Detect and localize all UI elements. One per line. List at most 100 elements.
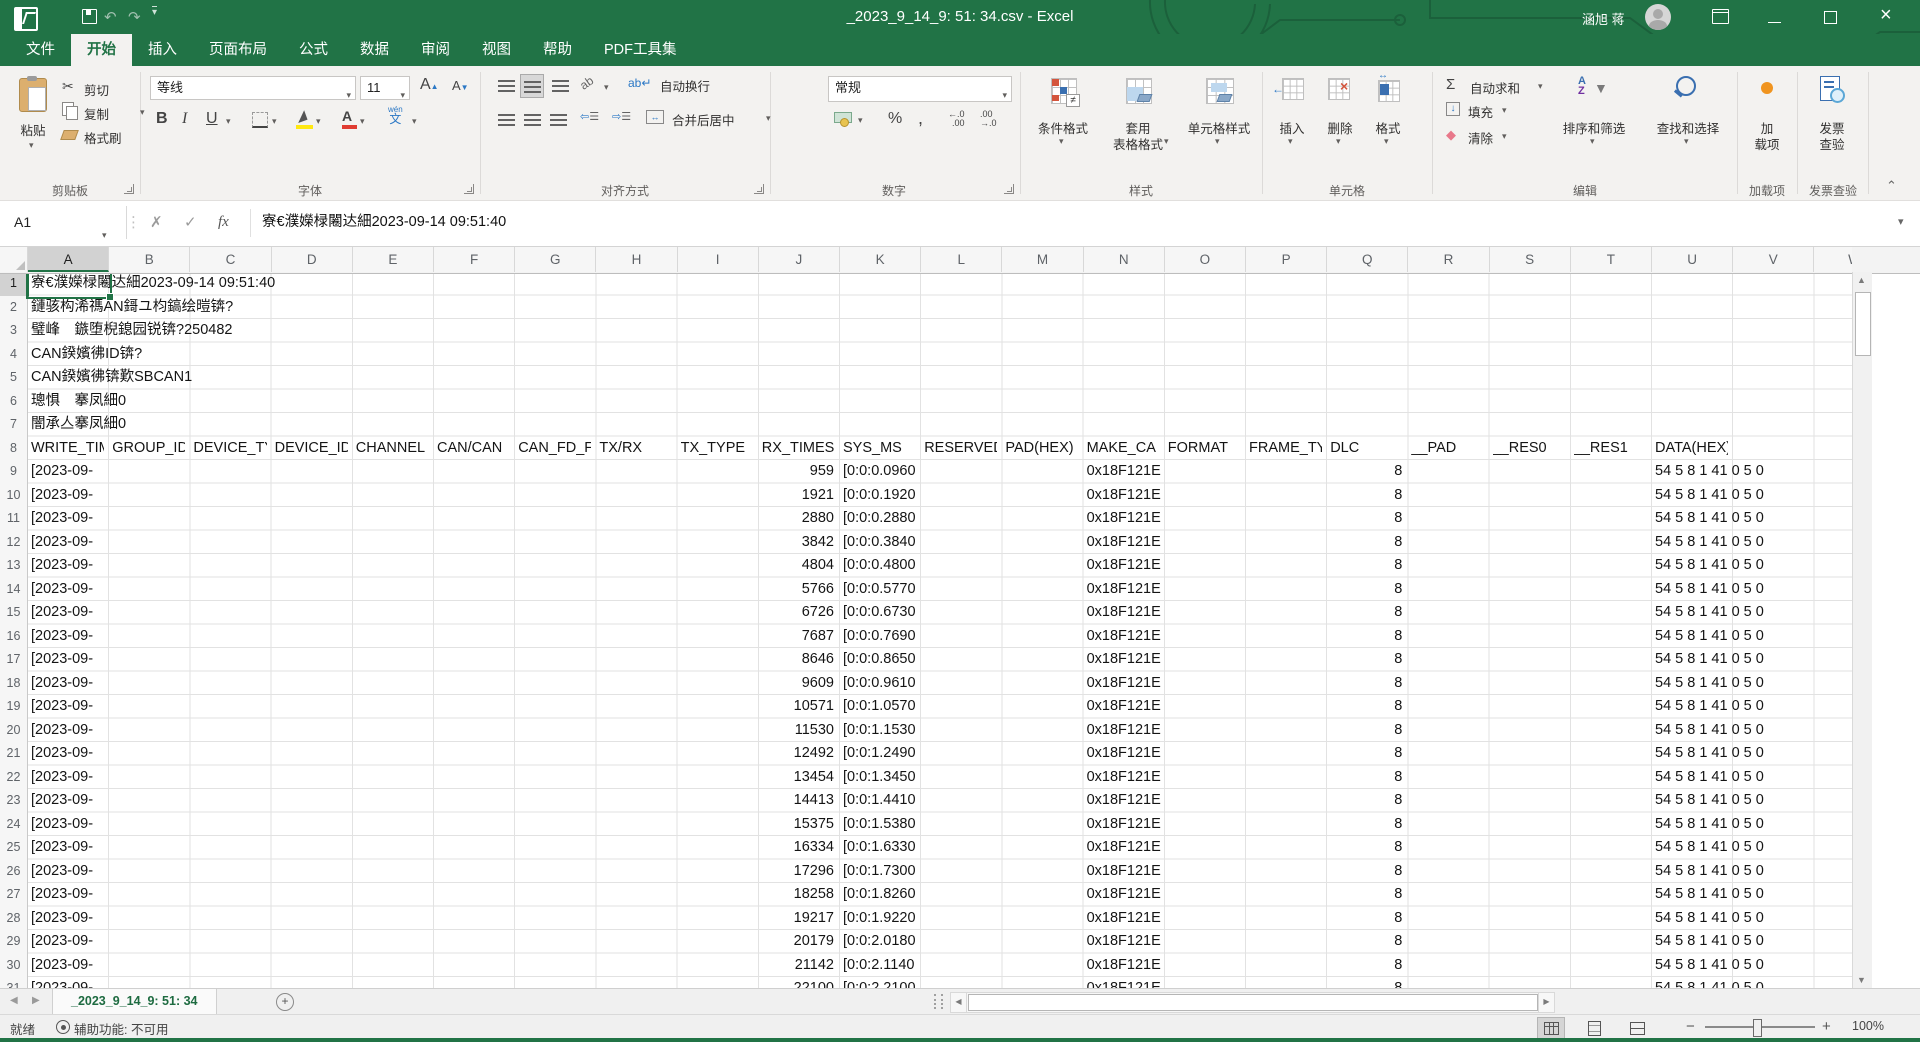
- row-header-7[interactable]: 7: [0, 413, 28, 438]
- row-header-6[interactable]: 6: [0, 390, 28, 415]
- bold-button[interactable]: B: [156, 110, 168, 128]
- paste-button[interactable]: 粘贴 ▾: [8, 74, 56, 174]
- account-name[interactable]: 涵旭 蒋: [1582, 9, 1625, 28]
- fill-handle[interactable]: [106, 293, 114, 301]
- ribbon-tab-0[interactable]: 文件: [10, 34, 71, 66]
- ribbon-tab-3[interactable]: 页面布局: [193, 34, 283, 66]
- clipboard-dialog-launcher-icon[interactable]: [124, 184, 134, 194]
- insert-cells-button[interactable]: ← 插入 ▾: [1270, 74, 1314, 174]
- align-bottom-icon[interactable]: [552, 80, 569, 92]
- align-center-icon[interactable]: [524, 114, 541, 126]
- sheet-prev-icon[interactable]: ◀: [10, 995, 18, 1006]
- shrink-font-button[interactable]: A▼: [452, 78, 469, 93]
- zoom-in-icon[interactable]: +: [1822, 1018, 1831, 1035]
- minimize-button[interactable]: [1768, 22, 1781, 23]
- tab-splitter-grip[interactable]: [934, 994, 943, 1009]
- zoom-out-icon[interactable]: −: [1686, 1018, 1695, 1035]
- row-header-5[interactable]: 5: [0, 366, 28, 391]
- column-header-J[interactable]: J: [759, 247, 840, 272]
- font-color-button[interactable]: A ▾: [342, 108, 352, 126]
- ribbon-tab-6[interactable]: 审阅: [405, 34, 466, 66]
- format-as-table-button[interactable]: 套用 表格格式 ▾: [1102, 74, 1174, 174]
- sheet-next-icon[interactable]: ▶: [32, 995, 40, 1006]
- format-cells-button[interactable]: ↔ 格式 ▾: [1366, 74, 1410, 174]
- collapse-ribbon-icon[interactable]: ⌃: [1886, 178, 1897, 194]
- ribbon-tab-9[interactable]: PDF工具集: [588, 34, 693, 66]
- row-header-17[interactable]: 17: [0, 648, 28, 673]
- row-header-22[interactable]: 22: [0, 766, 28, 791]
- hscroll-right-icon[interactable]: ▶: [1538, 992, 1555, 1013]
- delete-cells-button[interactable]: × 删除 ▾: [1318, 74, 1362, 174]
- invoice-check-button[interactable]: 发票 查验: [1800, 74, 1864, 174]
- sheet-tab[interactable]: _2023_9_14_9: 51: 34: [52, 989, 217, 1016]
- page-layout-view-button[interactable]: [1580, 1017, 1608, 1039]
- row-header-14[interactable]: 14: [0, 578, 28, 603]
- row-header-26[interactable]: 26: [0, 860, 28, 885]
- formula-input[interactable]: 寮€濮嬫椂闂达細2023-09-14 09:51:40: [262, 206, 1892, 239]
- ribbon-tab-5[interactable]: 数据: [344, 34, 405, 66]
- column-header-M[interactable]: M: [1002, 247, 1083, 272]
- ribbon-tab-1[interactable]: 开始: [71, 34, 132, 66]
- zoom-level[interactable]: 100%: [1852, 1019, 1884, 1033]
- column-header-C[interactable]: C: [190, 247, 271, 272]
- row-header-4[interactable]: 4: [0, 343, 28, 368]
- row-header-16[interactable]: 16: [0, 625, 28, 650]
- column-header-P[interactable]: P: [1246, 247, 1327, 272]
- grow-font-button[interactable]: A▲: [420, 76, 439, 94]
- row-header-13[interactable]: 13: [0, 554, 28, 579]
- row-header-20[interactable]: 20: [0, 719, 28, 744]
- align-top-icon[interactable]: [498, 80, 515, 92]
- column-header-O[interactable]: O: [1165, 247, 1246, 272]
- column-header-F[interactable]: F: [434, 247, 515, 272]
- column-header-I[interactable]: I: [678, 247, 759, 272]
- column-header-V[interactable]: V: [1733, 247, 1814, 272]
- align-middle-icon[interactable]: [520, 74, 544, 98]
- row-header-3[interactable]: 3: [0, 319, 28, 344]
- font-dialog-launcher-icon[interactable]: [464, 184, 474, 194]
- row-header-28[interactable]: 28: [0, 907, 28, 932]
- row-header-1[interactable]: 1: [0, 272, 29, 297]
- number-format-combo[interactable]: 常规▾: [828, 76, 1012, 102]
- maximize-button[interactable]: [1824, 11, 1837, 24]
- column-header-U[interactable]: U: [1652, 247, 1733, 272]
- clear-button[interactable]: ◆ 清除 ▾: [1446, 126, 1456, 144]
- row-header-19[interactable]: 19: [0, 695, 28, 720]
- avatar[interactable]: [1645, 4, 1671, 30]
- horizontal-scrollbar[interactable]: [966, 992, 1540, 1013]
- vertical-scrollbar[interactable]: ▲ ▼: [1852, 272, 1872, 988]
- row-header-9[interactable]: 9: [0, 460, 28, 485]
- row-header-10[interactable]: 10: [0, 484, 28, 509]
- row-header-2[interactable]: 2: [0, 296, 28, 321]
- new-sheet-button[interactable]: +: [276, 993, 294, 1011]
- horizontal-scroll-thumb[interactable]: [968, 994, 1538, 1011]
- decrease-indent-icon[interactable]: ⇦☰: [580, 110, 599, 123]
- vertical-scroll-thumb[interactable]: [1855, 292, 1871, 356]
- number-dialog-launcher-icon[interactable]: [1004, 184, 1014, 194]
- column-header-K[interactable]: K: [840, 247, 921, 272]
- close-button[interactable]: ×: [1880, 4, 1892, 27]
- insert-function-icon[interactable]: fx: [218, 206, 229, 239]
- conditional-formatting-button[interactable]: ≠ 条件格式 ▾: [1028, 74, 1098, 174]
- font-size-combo[interactable]: 11▾: [360, 76, 410, 100]
- row-header-29[interactable]: 29: [0, 930, 28, 955]
- select-all-corner[interactable]: [0, 247, 28, 272]
- scroll-down-icon[interactable]: ▼: [1857, 975, 1866, 985]
- column-header-D[interactable]: D: [272, 247, 353, 272]
- column-header-A[interactable]: A: [28, 247, 109, 272]
- alignment-dialog-launcher-icon[interactable]: [754, 184, 764, 194]
- italic-button[interactable]: I: [182, 110, 187, 128]
- column-header-L[interactable]: L: [921, 247, 1002, 272]
- hscroll-left-icon[interactable]: ◀: [950, 992, 967, 1013]
- column-header-N[interactable]: N: [1084, 247, 1165, 272]
- row-header-8[interactable]: 8: [0, 437, 28, 462]
- column-header-T[interactable]: T: [1571, 247, 1652, 272]
- orientation-icon[interactable]: ab: [577, 73, 596, 92]
- normal-view-button[interactable]: [1537, 1017, 1565, 1039]
- row-header-18[interactable]: 18: [0, 672, 28, 697]
- row-header-25[interactable]: 25: [0, 836, 28, 861]
- column-header-H[interactable]: H: [596, 247, 677, 272]
- row-header-21[interactable]: 21: [0, 742, 28, 767]
- row-header-15[interactable]: 15: [0, 601, 28, 626]
- percent-style-button[interactable]: %: [888, 110, 902, 128]
- font-name-combo[interactable]: 等线▾: [150, 76, 356, 100]
